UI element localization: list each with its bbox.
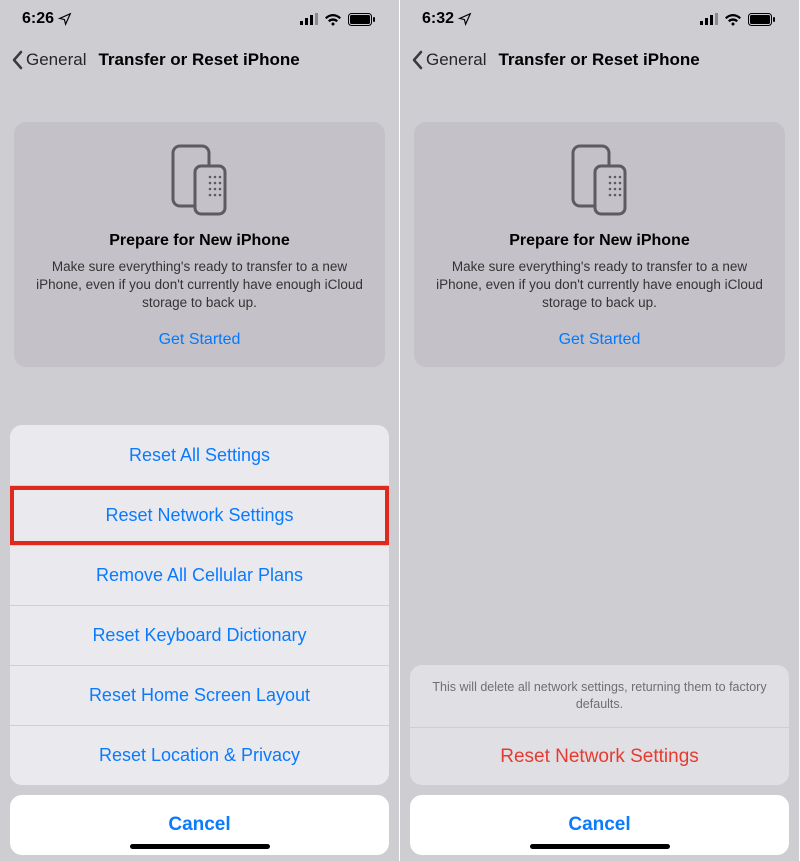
back-button[interactable]: General — [412, 50, 486, 70]
prepare-card: Prepare for New iPhone Make sure everyth… — [414, 122, 785, 367]
reset-home-screen-layout[interactable]: Reset Home Screen Layout — [10, 665, 389, 725]
cellular-icon — [700, 13, 718, 25]
reset-keyboard-dictionary[interactable]: Reset Keyboard Dictionary — [10, 605, 389, 665]
status-time: 6:32 — [422, 10, 454, 28]
location-services-icon — [58, 12, 72, 26]
card-title: Prepare for New iPhone — [424, 232, 775, 250]
wifi-icon — [324, 13, 342, 26]
card-title: Prepare for New iPhone — [24, 232, 375, 250]
reset-location-privacy[interactable]: Reset Location & Privacy — [10, 725, 389, 785]
prepare-card: Prepare for New iPhone Make sure everyth… — [14, 122, 385, 367]
status-bar: 6:26 — [0, 0, 399, 38]
status-bar: 6:32 — [400, 0, 799, 38]
status-icons — [700, 13, 775, 26]
battery-icon — [748, 13, 775, 26]
reset-action-sheet: Reset All Settings Reset Network Setting… — [10, 425, 389, 855]
confirm-action-sheet: This will delete all network settings, r… — [410, 665, 789, 855]
battery-icon — [348, 13, 375, 26]
back-button[interactable]: General — [12, 50, 86, 70]
chevron-left-icon — [412, 50, 424, 70]
devices-icon — [24, 142, 375, 220]
chevron-left-icon — [12, 50, 24, 70]
home-indicator[interactable] — [530, 844, 670, 849]
confirm-reset-network-button[interactable]: Reset Network Settings — [410, 727, 789, 785]
back-label: General — [426, 50, 486, 70]
location-services-icon — [458, 12, 472, 26]
reset-options-list: Reset All Settings Reset Network Setting… — [10, 425, 389, 785]
page-title: Transfer or Reset iPhone — [488, 50, 787, 70]
nav-header: General Transfer or Reset iPhone — [0, 38, 399, 82]
get-started-link[interactable]: Get Started — [24, 331, 375, 349]
screen-reset-menu: 6:26 — [0, 0, 400, 861]
reset-network-settings[interactable]: Reset Network Settings — [10, 485, 389, 545]
devices-icon — [424, 142, 775, 220]
status-icons — [300, 13, 375, 26]
confirm-message: This will delete all network settings, r… — [410, 665, 789, 727]
cellular-icon — [300, 13, 318, 25]
card-body: Make sure everything's ready to transfer… — [424, 258, 775, 313]
reset-all-settings[interactable]: Reset All Settings — [10, 425, 389, 485]
home-indicator[interactable] — [130, 844, 270, 849]
screen-reset-confirm: 6:32 — [400, 0, 800, 861]
card-body: Make sure everything's ready to transfer… — [24, 258, 375, 313]
remove-all-cellular-plans[interactable]: Remove All Cellular Plans — [10, 545, 389, 605]
back-label: General — [26, 50, 86, 70]
get-started-link[interactable]: Get Started — [424, 331, 775, 349]
nav-header: General Transfer or Reset iPhone — [400, 38, 799, 82]
wifi-icon — [724, 13, 742, 26]
page-title: Transfer or Reset iPhone — [88, 50, 387, 70]
status-time: 6:26 — [22, 10, 54, 28]
